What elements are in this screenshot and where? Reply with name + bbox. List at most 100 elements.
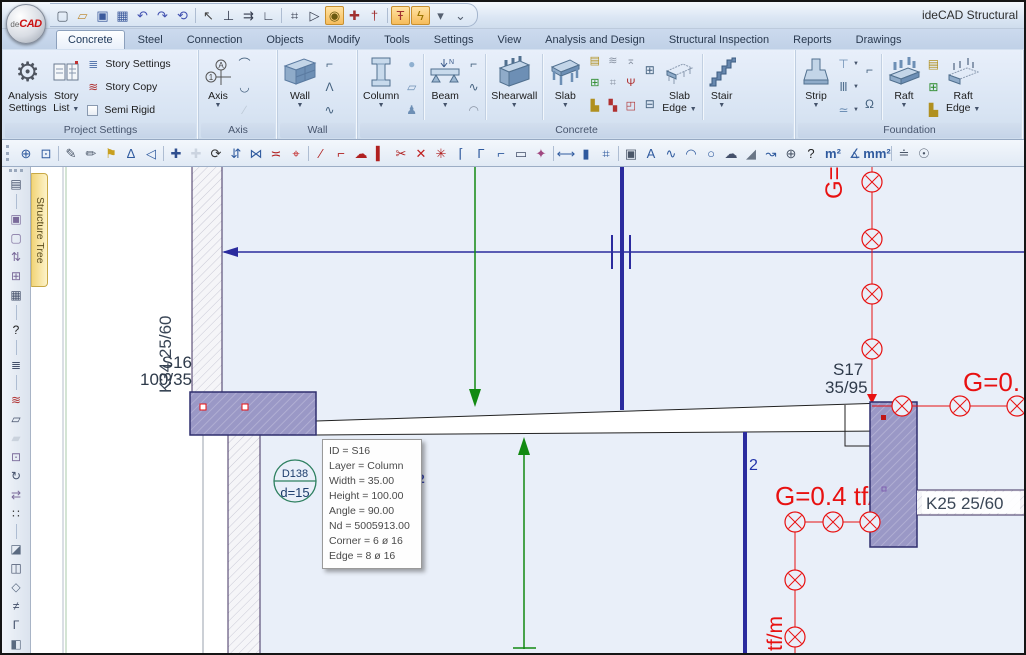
story-copy-objects-icon[interactable]: ⇅ [6, 248, 26, 266]
combined-footing-icon[interactable]: ≃ [835, 102, 852, 118]
edit-measure-icon[interactable]: ✎ [61, 143, 81, 163]
strip-corner-icon[interactable]: ⌐ [861, 62, 878, 78]
dropdown-arrow-icon[interactable]: ▼ [853, 106, 859, 114]
wall-k34[interactable] [192, 167, 222, 392]
query-object-icon[interactable]: ? [6, 321, 26, 339]
fillet-icon[interactable]: ⌈ [451, 143, 471, 163]
redo-icon[interactable]: ↷ [153, 6, 172, 25]
dropdown-arrow-icon[interactable]: ▼ [853, 83, 859, 91]
story-copy-icon[interactable]: ≋ [6, 391, 26, 409]
column-button[interactable]: Column ▼ [361, 52, 401, 122]
ribbed-slab-icon[interactable]: ▤ [586, 53, 603, 69]
raft-region-icon[interactable]: ▙ [925, 102, 942, 118]
tab-modify[interactable]: Modify [317, 31, 371, 49]
undo-view-icon[interactable]: ⟲ [173, 6, 192, 25]
quick-analyze-icon[interactable]: ϟ [411, 6, 430, 25]
corner-pin-icon[interactable]: Γ [6, 616, 26, 634]
pile-foundation-icon[interactable]: Ⅲ [835, 79, 852, 95]
insert-image-icon[interactable]: ▣ [621, 143, 641, 163]
select-grid-icon[interactable]: ▦ [6, 286, 26, 304]
polygon-cloud-icon[interactable]: ☁ [721, 143, 741, 163]
mirror-horizontal-icon[interactable]: ⋈ [246, 143, 266, 163]
tab-reports[interactable]: Reports [782, 31, 843, 49]
arc-axis-3pt-icon[interactable]: ◡ [236, 79, 253, 95]
analysis-settings-button[interactable]: ⚙ Analysis Settings [6, 52, 49, 122]
split-line-icon[interactable]: ≠ [6, 597, 26, 615]
beam-k25[interactable]: K25 25/60 [917, 490, 1024, 515]
align-objects-icon[interactable]: ⊞ [6, 267, 26, 285]
snap-parallel-icon[interactable]: ⇉ [239, 6, 258, 25]
break-at-point-icon[interactable]: ✳ [431, 143, 451, 163]
tab-drawings[interactable]: Drawings [845, 31, 913, 49]
snap-perpendicular-icon[interactable]: † [365, 6, 384, 25]
waffle-slab-icon[interactable]: ⌗ [604, 76, 621, 92]
save-all-icon[interactable]: ▦ [113, 6, 132, 25]
arc-axis-icon[interactable]: ⌒ [236, 56, 253, 72]
arc-icon[interactable]: ◠ [681, 143, 701, 163]
single-footing-icon[interactable]: ⊤ [835, 56, 852, 72]
column-s16[interactable] [190, 392, 316, 435]
semi-rigid-checkbox[interactable] [87, 105, 98, 116]
slab-edge-add-icon[interactable]: ⊞ [641, 62, 658, 78]
spline-icon[interactable]: ∿ [661, 143, 681, 163]
revision-cloud-icon[interactable]: ☁ [351, 143, 371, 163]
polyline-wall-icon[interactable]: Λ [321, 79, 338, 95]
section-box-icon[interactable]: ◫ [6, 559, 26, 577]
trim-icon[interactable]: ∕ [311, 143, 331, 163]
ramp-tool-icon[interactable]: ◇ [6, 578, 26, 596]
snap-grid-icon[interactable]: ⌗ [285, 6, 304, 25]
north-arrow-icon[interactable]: ∆ [121, 143, 141, 163]
story-list-button[interactable]: Story List ▼ [51, 52, 81, 122]
qat-dropdown-icon[interactable]: ▾ [431, 6, 450, 25]
mirror-vertical-icon[interactable]: ⇵ [226, 143, 246, 163]
stretch-icon[interactable]: ≍ [266, 143, 286, 163]
section-view-icon[interactable]: ▮ [576, 143, 596, 163]
slab-region-icon[interactable]: ▙ [586, 98, 603, 114]
beam-tool-icon[interactable]: ◧ [6, 635, 26, 653]
slab-corner-icon[interactable]: ◰ [622, 98, 639, 114]
stair-button[interactable]: Stair ▼ [706, 52, 738, 122]
tab-view[interactable]: View [487, 31, 533, 49]
extend-icon[interactable]: ⌐ [331, 143, 351, 163]
circular-column-icon[interactable]: ● [403, 56, 420, 72]
combined-footing-button[interactable]: ≃▼ [835, 102, 859, 118]
area-units-icon[interactable]: mm² [865, 143, 889, 163]
story-settings-button[interactable]: ≣Story Settings [83, 54, 172, 74]
chamfer-icon[interactable]: Γ [471, 143, 491, 163]
cad-drawing[interactable]: 2 G= G=0.4 tf/ tf/m² 2 [46, 167, 1024, 653]
structure-tree-tab[interactable]: Structure Tree [31, 173, 48, 287]
add-vertex-icon[interactable]: ⊕ [781, 143, 801, 163]
slab-section-icon[interactable]: ▚ [604, 98, 621, 114]
tab-steel[interactable]: Steel [127, 31, 174, 49]
circle-icon[interactable]: ○ [701, 143, 721, 163]
undo-icon[interactable]: ↶ [133, 6, 152, 25]
joist-slab-icon[interactable]: ≋ [604, 53, 621, 69]
measure-polyline-icon[interactable]: ↝ [761, 143, 781, 163]
area-query-icon[interactable]: m² [821, 143, 845, 163]
cad-canvas[interactable]: 2 G= G=0.4 tf/ tf/m² 2 [46, 167, 1024, 653]
node-move-mode-icon[interactable]: ↖ [199, 6, 218, 25]
properties-editor-icon[interactable]: ▤ [6, 175, 26, 193]
object-info-icon[interactable]: ▍ [371, 143, 391, 163]
zoom-dynamic-icon[interactable]: ⊕ [16, 143, 36, 163]
curved-beam-icon[interactable]: ∿ [465, 79, 482, 95]
raft-edge-button[interactable]: Raft Edge ▼ [944, 52, 982, 122]
delete-object-icon[interactable]: ✕ [411, 143, 431, 163]
zoom-window-icon[interactable]: ⊡ [36, 143, 56, 163]
wall-edit-icon[interactable]: ◪ [6, 540, 26, 558]
raft-span-icon[interactable]: ⊞ [925, 79, 942, 95]
corner-beam-icon[interactable]: ⌐ [465, 56, 482, 72]
select-region-icon[interactable]: ▭ [511, 143, 531, 163]
query-object-icon[interactable]: ? [801, 143, 821, 163]
arc-beam-icon[interactable]: ◠ [465, 102, 482, 118]
tab-connection[interactable]: Connection [176, 31, 254, 49]
pile-foundation-button[interactable]: Ⅲ▼ [835, 79, 859, 95]
raft-button[interactable]: Raft ▼ [885, 52, 923, 122]
drop-panel-icon[interactable]: Ψ [622, 76, 639, 92]
move-icon[interactable]: ✚ [166, 143, 186, 163]
story-copy-button[interactable]: ≋Story Copy [83, 77, 172, 97]
save-icon[interactable]: ▣ [93, 6, 112, 25]
snap-point-icon[interactable]: ✚ [345, 6, 364, 25]
strip-bell-icon[interactable]: Ω [861, 96, 878, 112]
wall-button[interactable]: Wall ▼ [281, 52, 319, 122]
